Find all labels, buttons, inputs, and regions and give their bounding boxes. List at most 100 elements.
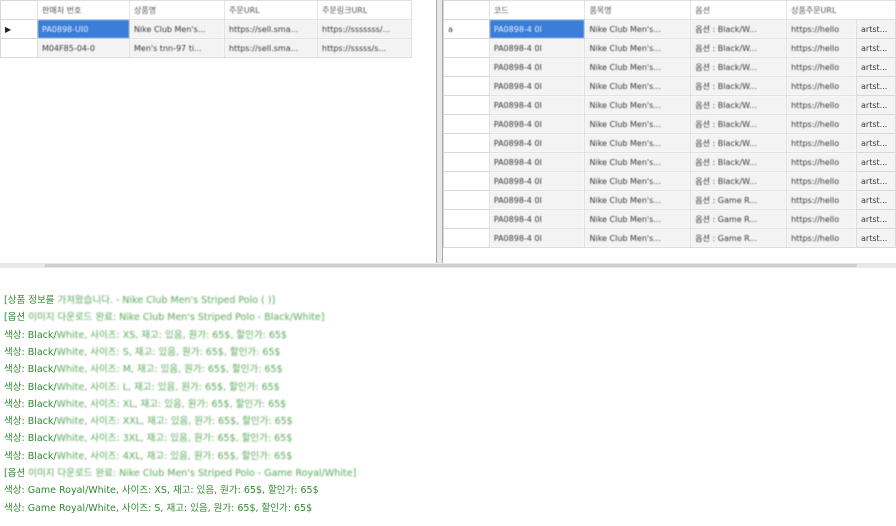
option-grid[interactable]: 코드 품목명 옵션 상품주문URL a PA0898-4 0I Nike Club … (443, 0, 896, 248)
row-header[interactable] (0, 38, 38, 58)
table-row[interactable]: PA0898-4 0I Nike Club Men's... 옵션 : Black/… (443, 57, 896, 77)
table-cell[interactable]: 옵션 : Black/W... (690, 57, 788, 77)
table-cell[interactable]: artst... (856, 57, 896, 77)
column-header[interactable]: 상품명 (129, 0, 225, 20)
table-row[interactable]: PA0898-4 0I Nike Club Men's... 옵션 : Black/… (443, 95, 896, 115)
table-cell[interactable]: Nike Club Men's... (584, 171, 692, 191)
table-cell[interactable]: https://hello (786, 76, 858, 96)
table-cell[interactable]: PA0898-4 0I (488, 133, 586, 153)
table-row[interactable]: PA0898-4 0I Nike Club Men's... 옵션 : Black/… (443, 152, 896, 172)
table-cell[interactable]: artst... (856, 190, 896, 210)
table-cell[interactable]: https://sell.sma... (224, 38, 318, 58)
table-cell[interactable]: Nike Club Men's... (584, 95, 692, 115)
table-cell[interactable]: Nike Club Men's... (584, 76, 692, 96)
column-header[interactable]: 상품주문URL (786, 0, 896, 20)
table-cell[interactable]: artst... (856, 133, 896, 153)
table-cell[interactable]: https://hello (786, 171, 858, 191)
table-cell[interactable]: PA0898-4 0I (488, 57, 586, 77)
table-cell[interactable]: M04F85-04-0 (37, 38, 130, 58)
table-cell[interactable]: 옵션 : Game R... (690, 190, 788, 210)
table-cell[interactable]: 옵션 : Black/W... (690, 95, 788, 115)
column-header[interactable]: 주문링크URL (317, 0, 412, 20)
table-cell[interactable]: artst... (856, 152, 896, 172)
column-header[interactable]: 품목명 (584, 0, 692, 20)
row-header[interactable]: a (443, 19, 490, 39)
table-cell[interactable]: Nike Club Men's... (584, 152, 692, 172)
table-cell[interactable]: https://hello (786, 209, 858, 229)
table-cell[interactable]: https://hello (786, 95, 858, 115)
table-row[interactable]: PA0898-4 0I Nike Club Men's... 옵션 : Game R… (443, 228, 896, 248)
table-cell[interactable]: 옵션 : Game R... (690, 209, 788, 229)
table-row[interactable]: a PA0898-4 0I Nike Club Men's... 옵션 : Black… (443, 19, 896, 39)
table-cell[interactable]: https://hello (786, 133, 858, 153)
table-row[interactable]: PA0898-4 0I Nike Club Men's... 옵션 : Game R… (443, 190, 896, 210)
table-cell[interactable]: Nike Club Men's... (584, 114, 692, 134)
table-cell[interactable]: 옵션 : Black/W... (690, 114, 788, 134)
table-cell[interactable]: https://hello (786, 38, 858, 58)
row-header[interactable] (443, 133, 490, 153)
table-cell[interactable]: Nike Club Men's... (584, 38, 692, 58)
vertical-splitter[interactable] (436, 0, 443, 263)
table-row[interactable]: PA0898-4 0I Nike Club Men's... 옵션 : Game R… (443, 209, 896, 229)
grid-corner-cell[interactable] (443, 0, 490, 20)
row-header[interactable] (443, 76, 490, 96)
table-row[interactable]: M04F85-04-0 Men's tnn-97 ti... https://s… (0, 38, 412, 58)
table-cell[interactable]: https://hello (786, 57, 858, 77)
table-cell[interactable]: artst... (856, 171, 896, 191)
row-header[interactable] (443, 152, 490, 172)
table-row[interactable]: PA0898-4 0I Nike Club Men's... 옵션 : Black/… (443, 171, 896, 191)
table-cell[interactable]: artst... (856, 38, 896, 58)
table-cell[interactable]: PA0898-4 0I (488, 76, 586, 96)
table-cell[interactable]: https://sell.sma... (224, 19, 318, 39)
table-cell[interactable]: PA0898-4 0I (488, 114, 586, 134)
table-cell[interactable]: https://sssss/s... (317, 38, 412, 58)
table-cell[interactable]: Nike Club Men's... (584, 19, 692, 39)
row-header[interactable] (443, 171, 490, 191)
row-header[interactable] (443, 95, 490, 115)
table-cell[interactable]: PA0898-4 0I (488, 190, 586, 210)
table-cell[interactable]: artst... (856, 95, 896, 115)
table-row[interactable]: PA0898-4 0I Nike Club Men's... 옵션 : Black/… (443, 38, 896, 58)
table-cell[interactable]: 옵션 : Black/W... (690, 19, 788, 39)
table-cell[interactable]: artst... (856, 228, 896, 248)
table-cell[interactable]: artst... (856, 209, 896, 229)
table-cell[interactable]: artst... (856, 76, 896, 96)
table-cell[interactable]: PA0898-UI0 (37, 19, 130, 39)
table-cell[interactable]: 옵션 : Game R... (690, 228, 788, 248)
row-header[interactable] (443, 190, 490, 210)
row-header[interactable]: ▶ (0, 19, 38, 39)
table-cell[interactable]: PA0898-4 0I (488, 19, 586, 39)
table-cell[interactable]: PA0898-4 0I (488, 152, 586, 172)
table-cell[interactable]: Nike Club Men's... (584, 228, 692, 248)
log-output[interactable]: [상품 정보를 가져왔습니다. - Nike Club Men's Stripe… (0, 268, 896, 526)
column-header[interactable]: 판매처 번호 (37, 0, 130, 20)
table-row[interactable]: PA0898-4 0I Nike Club Men's... 옵션 : Black/… (443, 114, 896, 134)
table-cell[interactable]: https://hello (786, 114, 858, 134)
product-grid[interactable]: 판매처 번호 상품명 주문URL 주문링크URL ▶ PA0898-UI0 Ni… (0, 0, 412, 58)
row-header[interactable] (443, 209, 490, 229)
table-cell[interactable]: 옵션 : Black/W... (690, 171, 788, 191)
table-row[interactable]: PA0898-4 0I Nike Club Men's... 옵션 : Black/… (443, 133, 896, 153)
table-cell[interactable]: https://hello (786, 19, 858, 39)
table-cell[interactable]: 옵션 : Black/W... (690, 152, 788, 172)
table-cell[interactable]: https://hello (786, 190, 858, 210)
table-cell[interactable]: https://sssssss/... (317, 19, 412, 39)
grid-corner-cell[interactable] (0, 0, 38, 20)
table-cell[interactable]: Nike Club Men's... (584, 209, 692, 229)
column-header[interactable]: 코드 (488, 0, 586, 20)
table-cell[interactable]: https://hello (786, 152, 858, 172)
row-header[interactable] (443, 114, 490, 134)
table-cell[interactable]: artst... (856, 114, 896, 134)
table-cell[interactable]: artst... (856, 19, 896, 39)
table-cell[interactable]: Nike Club Men's... (129, 19, 225, 39)
table-cell[interactable]: Nike Club Men's... (584, 57, 692, 77)
table-cell[interactable]: Men's tnn-97 ti... (129, 38, 225, 58)
table-cell[interactable]: 옵션 : Black/W... (690, 76, 788, 96)
table-cell[interactable]: Nike Club Men's... (584, 133, 692, 153)
table-cell[interactable]: PA0898-4 0I (488, 228, 586, 248)
row-header[interactable] (443, 228, 490, 248)
table-cell[interactable]: 옵션 : Black/W... (690, 38, 788, 58)
column-header[interactable]: 옵션 (690, 0, 788, 20)
row-header[interactable] (443, 57, 490, 77)
table-cell[interactable]: PA0898-4 0I (488, 38, 586, 58)
